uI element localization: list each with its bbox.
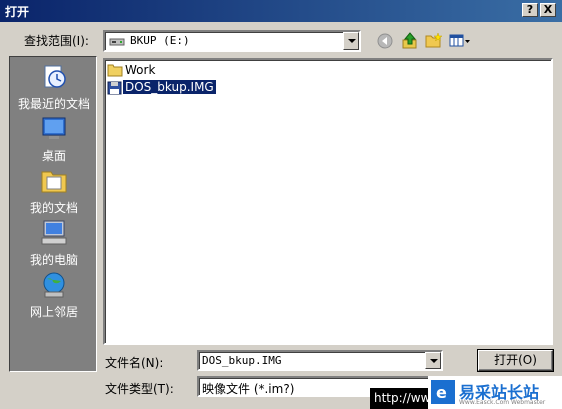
recent-documents-icon <box>44 65 66 88</box>
place-recent-documents[interactable]: 我最近的文档 <box>10 63 98 113</box>
place-my-computer[interactable]: 我的电脑 <box>10 219 98 269</box>
new-folder-icon[interactable] <box>425 33 443 49</box>
file-name: Work <box>125 63 156 77</box>
lookin-drive-text: BKUP (E:) <box>130 34 190 47</box>
view-menu-icon <box>449 34 470 47</box>
window-title: 打开 <box>5 5 30 19</box>
watermark-sub: Www.Easck.Com Webmaster <box>459 399 546 406</box>
close-button[interactable]: X <box>540 3 556 17</box>
place-label: 网上邻居 <box>29 305 78 319</box>
open-button[interactable]: 打开(O) <box>477 349 554 372</box>
list-item-folder[interactable]: Work <box>107 63 187 79</box>
watermark-url-box: http://www <box>370 388 440 409</box>
filetype-value: 映像文件 (*.im?) <box>202 382 295 396</box>
place-label: 我的电脑 <box>29 253 78 267</box>
place-network[interactable]: 网上邻居 <box>10 271 98 321</box>
folder-icon <box>107 64 123 77</box>
file-name-selected: DOS_bkup.IMG <box>122 79 217 95</box>
lookin-combobox[interactable]: BKUP (E:) <box>103 30 361 52</box>
place-desktop[interactable]: 桌面 <box>10 115 98 165</box>
help-button[interactable]: ? <box>522 3 538 17</box>
place-my-documents[interactable]: 我的文档 <box>10 167 98 217</box>
my-documents-icon <box>41 171 67 193</box>
desktop-icon <box>42 117 66 139</box>
watermark-logo-icon: e <box>431 380 455 404</box>
up-folder-icon[interactable] <box>401 32 419 50</box>
list-item-file[interactable]: DOS_bkup.IMG <box>107 79 217 96</box>
lookin-label: 查找范围(I): <box>24 34 89 48</box>
file-list[interactable]: Work DOS_bkup.IMG <box>103 58 553 345</box>
title-bar: 打开 ? X <box>0 0 562 22</box>
filename-label: 文件名(N): <box>105 356 164 370</box>
view-menu-button[interactable] <box>449 33 471 49</box>
filename-input[interactable]: DOS_bkup.IMG <box>202 354 281 367</box>
filetype-label: 文件类型(T): <box>105 382 174 396</box>
filename-combobox[interactable]: DOS_bkup.IMG <box>197 350 443 371</box>
my-computer-icon <box>41 220 67 245</box>
filename-dropdown-button[interactable] <box>425 352 441 369</box>
places-bar: 我最近的文档 桌面 我的文档 我的电脑 网上邻居 <box>9 56 97 372</box>
disk-image-icon <box>107 81 122 95</box>
network-places-icon <box>43 272 65 298</box>
place-label: 我的文档 <box>29 201 78 215</box>
drive-icon <box>109 38 125 46</box>
back-icon[interactable] <box>377 33 393 49</box>
place-label: 我最近的文档 <box>17 97 90 111</box>
lookin-dropdown-button[interactable] <box>343 32 359 50</box>
watermark-logo: e 易采站长站 Www.Easck.Com Webmaster <box>428 376 562 409</box>
place-label: 桌面 <box>41 149 66 163</box>
